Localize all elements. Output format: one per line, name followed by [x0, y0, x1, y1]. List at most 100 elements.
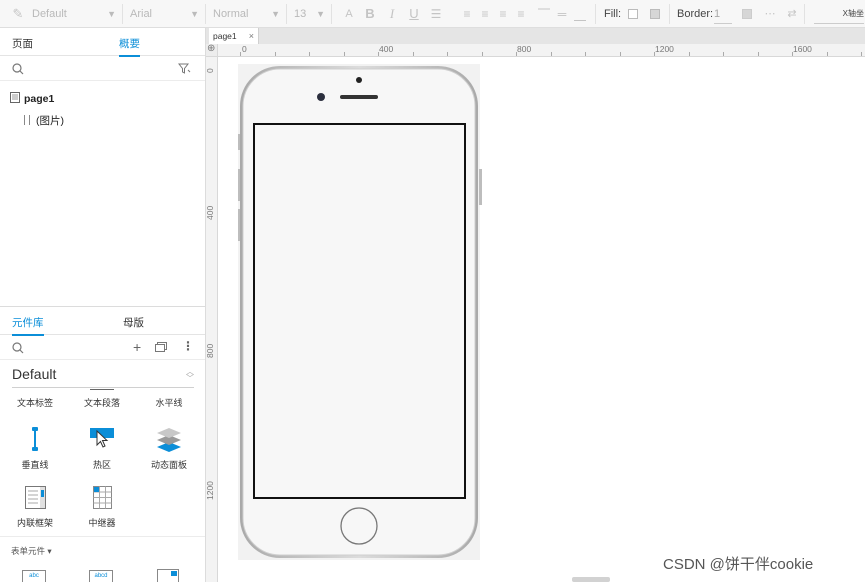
ruler-label: 0 [242, 44, 247, 54]
search-icon[interactable] [12, 63, 24, 75]
ruler-label: 400 [205, 205, 215, 220]
style-edit-icon[interactable]: ✎ [10, 5, 26, 23]
ruler-tick [274, 52, 276, 56]
font-size-select[interactable]: 13 ▼ [290, 4, 332, 24]
fill-label: Fill: [604, 8, 622, 20]
widget-label: 水平线 [155, 398, 183, 408]
library-select[interactable]: Default ︿ ﹀ [12, 366, 194, 388]
fill-color-swatch[interactable] [628, 9, 638, 19]
library-stack-icon[interactable] [155, 342, 167, 353]
ruler-tick [619, 52, 621, 56]
tab-outline[interactable]: 概要 [119, 36, 140, 57]
toolbar-divider [595, 4, 596, 24]
widget-hotspot[interactable]: 热区 [70, 426, 134, 471]
ruler-tick [516, 52, 517, 56]
bullet-list-icon[interactable]: ☰ [428, 5, 444, 23]
ruler-tick [550, 52, 552, 56]
vertical-line-icon [21, 426, 49, 454]
border-style-icon[interactable]: ⋯ [762, 5, 778, 23]
page-tab-bar: page1 × [206, 28, 865, 44]
ruler-tick [240, 52, 241, 56]
vertical-ruler: 0 400 800 1200 [205, 57, 218, 582]
text-area-icon[interactable]: abcd [89, 570, 113, 582]
close-icon[interactable]: × [249, 28, 254, 44]
weight-select[interactable]: Normal ▼ [209, 4, 287, 24]
bold-icon[interactable]: B [362, 5, 378, 23]
widget-label: 垂直线 [21, 460, 49, 470]
dropdown-list-icon[interactable] [157, 569, 179, 582]
tab-library[interactable]: 元件库 [12, 315, 44, 336]
chevron-down-icon: ▼ [316, 9, 325, 19]
align-right-icon[interactable]: ≡ [495, 5, 511, 23]
weight-select-value: Normal [213, 8, 249, 20]
ruler-corner[interactable]: ⊕ [206, 43, 218, 57]
ruler-label: 0 [205, 68, 215, 73]
tab-masters[interactable]: 母版 [123, 315, 144, 330]
page-tab-label: page1 [213, 31, 237, 41]
ruler-tick [688, 52, 690, 56]
widget-inline-frame[interactable]: 内联框架 [3, 484, 67, 529]
power-button [479, 169, 482, 205]
outline-search-row [0, 57, 205, 81]
search-icon[interactable] [12, 342, 24, 354]
align-center-icon[interactable]: ≡ [477, 5, 493, 23]
tree-item-image[interactable]: (图片) [24, 113, 64, 128]
border-width-input[interactable]: 1 [714, 4, 732, 24]
ruler-tick [481, 52, 483, 56]
font-color-icon[interactable]: A [341, 5, 357, 23]
horizontal-ruler: 0 400 800 1200 1600 [218, 44, 865, 57]
section-forms-header[interactable]: 表单元件 ▾ [11, 545, 52, 557]
toolbar-divider [804, 4, 805, 24]
iphone-mockup-image[interactable] [238, 64, 482, 562]
font-select-value: Arial [130, 8, 153, 20]
ruler-tick [378, 52, 379, 56]
widget-text-label[interactable]: 文本标签 [3, 396, 67, 409]
pages-tabs: 页面 概要 [0, 28, 205, 57]
style-select[interactable]: Default ▼ [28, 4, 123, 24]
widget-label: 动态面板 [150, 460, 187, 470]
ruler-label: 1600 [793, 44, 812, 54]
page-icon [10, 92, 20, 103]
ruler-tick [792, 52, 793, 56]
align-left-icon[interactable]: ≡ [459, 5, 475, 23]
valign-top-icon[interactable]: ⎺ [536, 5, 552, 23]
fill-gradient-swatch[interactable] [650, 9, 660, 19]
ruler-tick [585, 52, 586, 56]
ruler-tick [861, 52, 862, 56]
arrow-style-icon[interactable]: ⇄ [784, 5, 800, 23]
crosshair-icon: ⊕ [207, 43, 216, 54]
facetime-camera [317, 93, 325, 101]
align-justify-icon[interactable]: ≡ [513, 5, 529, 23]
valign-middle-icon[interactable]: ═ [554, 5, 570, 23]
border-color-swatch[interactable] [742, 9, 752, 19]
ruler-label: 400 [379, 44, 394, 54]
tab-page1[interactable]: page1 × [209, 28, 259, 44]
widget-label: 中继器 [88, 518, 116, 528]
text-field-icon[interactable]: abc [22, 570, 46, 582]
underline-icon[interactable]: U [406, 5, 422, 23]
ruler-tick [654, 52, 655, 56]
widget-paragraph[interactable]: 文本段落 [70, 396, 134, 409]
tab-pages[interactable]: 页面 [12, 36, 33, 51]
widget-repeater[interactable]: 中继器 [70, 484, 134, 529]
widget-dynamic-panel[interactable]: 动态面板 [137, 426, 201, 471]
add-icon[interactable]: + [133, 339, 141, 355]
more-options-icon[interactable]: ⋮ [182, 339, 194, 353]
chevron-down-icon: ▼ [271, 9, 280, 19]
tree-item-label: page1 [24, 93, 55, 105]
italic-icon[interactable]: I [384, 5, 400, 23]
horizontal-scrollbar[interactable] [572, 577, 610, 582]
valign-bottom-icon[interactable]: ⎽ [572, 5, 588, 23]
widget-label: 热区 [92, 460, 111, 470]
chevron-updown-icon: ︿ ﹀ [186, 367, 194, 383]
tree-item-page[interactable]: page1 [10, 92, 54, 105]
filter-icon[interactable] [178, 63, 191, 75]
x-coordinate-field[interactable]: X轴坐 [814, 4, 864, 24]
hotspot-icon [88, 426, 116, 454]
widget-vertical-line[interactable]: 垂直线 [3, 426, 67, 471]
ruler-tick [412, 52, 414, 56]
ruler-label: 1200 [205, 481, 215, 500]
font-select[interactable]: Arial ▼ [126, 4, 206, 24]
widget-horizontal-line[interactable]: 水平线 [137, 396, 201, 409]
widget-label: 文本标签 [16, 398, 53, 408]
